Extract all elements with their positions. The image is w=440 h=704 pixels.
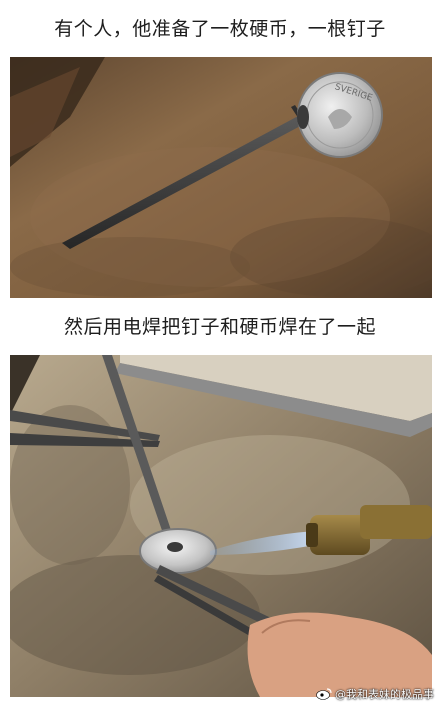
photo-coin-and-nail: SVERIGE [10, 57, 432, 298]
watermark: @我和表妹的极品事 [316, 686, 434, 702]
caption-top: 有个人，他准备了一枚硬币，一根钉子 [54, 18, 386, 40]
weibo-icon [316, 688, 332, 700]
watermark-text: @我和表妹的极品事 [335, 688, 434, 701]
coin: SVERIGE [297, 72, 383, 158]
caption-bottom: 然后用电焊把钉子和硬币焊在了一起 [63, 316, 376, 338]
photo-welding [10, 355, 432, 697]
